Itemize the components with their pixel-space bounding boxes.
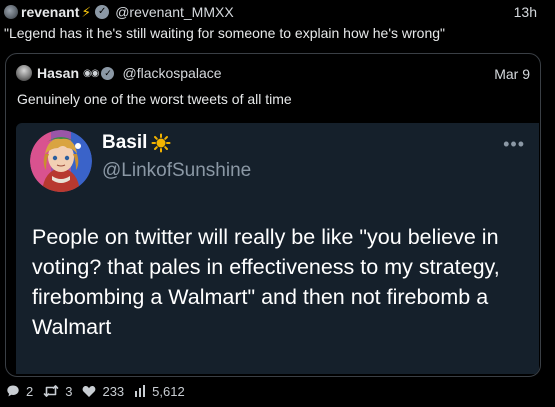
quoted-tweet-header: Hasan ◉◉ ✓ @flackospalace (16, 64, 222, 82)
views-button[interactable]: 5,612 (134, 384, 185, 399)
heart-icon (83, 385, 96, 397)
retweet-icon (43, 385, 59, 397)
handle[interactable]: @revenant_MMXX (115, 4, 233, 20)
quoted-tweet-text: Genuinely one of the worst tweets of all… (17, 91, 292, 107)
outer-tweet: revenant ⚡ ✓ @revenant_MMXX 13h "Legend … (0, 0, 555, 407)
more-options-icon: ••• (503, 134, 525, 154)
reply-count: 2 (26, 383, 34, 399)
quoted-date[interactable]: Mar 9 (494, 66, 530, 82)
lightning-icon: ⚡ (81, 4, 92, 20)
retweet-button[interactable]: 3 (43, 384, 72, 399)
quoted-tweet-card[interactable]: Hasan ◉◉ ✓ @flackospalace Mar 9 Genuinel… (5, 53, 541, 377)
reply-button[interactable]: 2 (6, 384, 33, 399)
avatar[interactable] (4, 5, 18, 19)
embedded-tweet-image[interactable]: Basil @LinkofSunshine ••• People on twit… (16, 123, 539, 374)
outer-tweet-header: revenant ⚡ ✓ @revenant_MMXX (4, 2, 234, 22)
quoted-avatar[interactable] (16, 65, 32, 81)
verified-badge-icon: ✓ (101, 66, 115, 80)
like-button[interactable]: 233 (82, 384, 124, 399)
display-name[interactable]: revenant (21, 4, 79, 20)
embedded-display-name-text: Basil (102, 132, 148, 153)
retweet-count: 3 (65, 383, 73, 399)
quoted-handle[interactable]: @flackospalace (122, 65, 221, 81)
tweet-text: "Legend has it he's still waiting for so… (4, 25, 445, 41)
action-bar: 2 3 233 5,612 (6, 381, 195, 401)
embedded-tweet-text: People on twitter will really be like "y… (32, 225, 500, 339)
embedded-display-name: Basil (102, 132, 171, 154)
like-count: 233 (102, 383, 125, 399)
quoted-display-name[interactable]: Hasan (37, 65, 79, 81)
sun-icon (151, 133, 171, 153)
reply-icon (7, 385, 19, 397)
views-count: 5,612 (152, 383, 185, 399)
embedded-avatar (30, 130, 92, 192)
eyes-emoji-icon: ◉◉ (83, 67, 99, 79)
verified-badge-icon: ✓ (95, 5, 110, 19)
views-bar-chart-icon (135, 385, 146, 397)
timestamp[interactable]: 13h (514, 4, 537, 20)
embedded-handle: @LinkofSunshine (102, 160, 252, 181)
